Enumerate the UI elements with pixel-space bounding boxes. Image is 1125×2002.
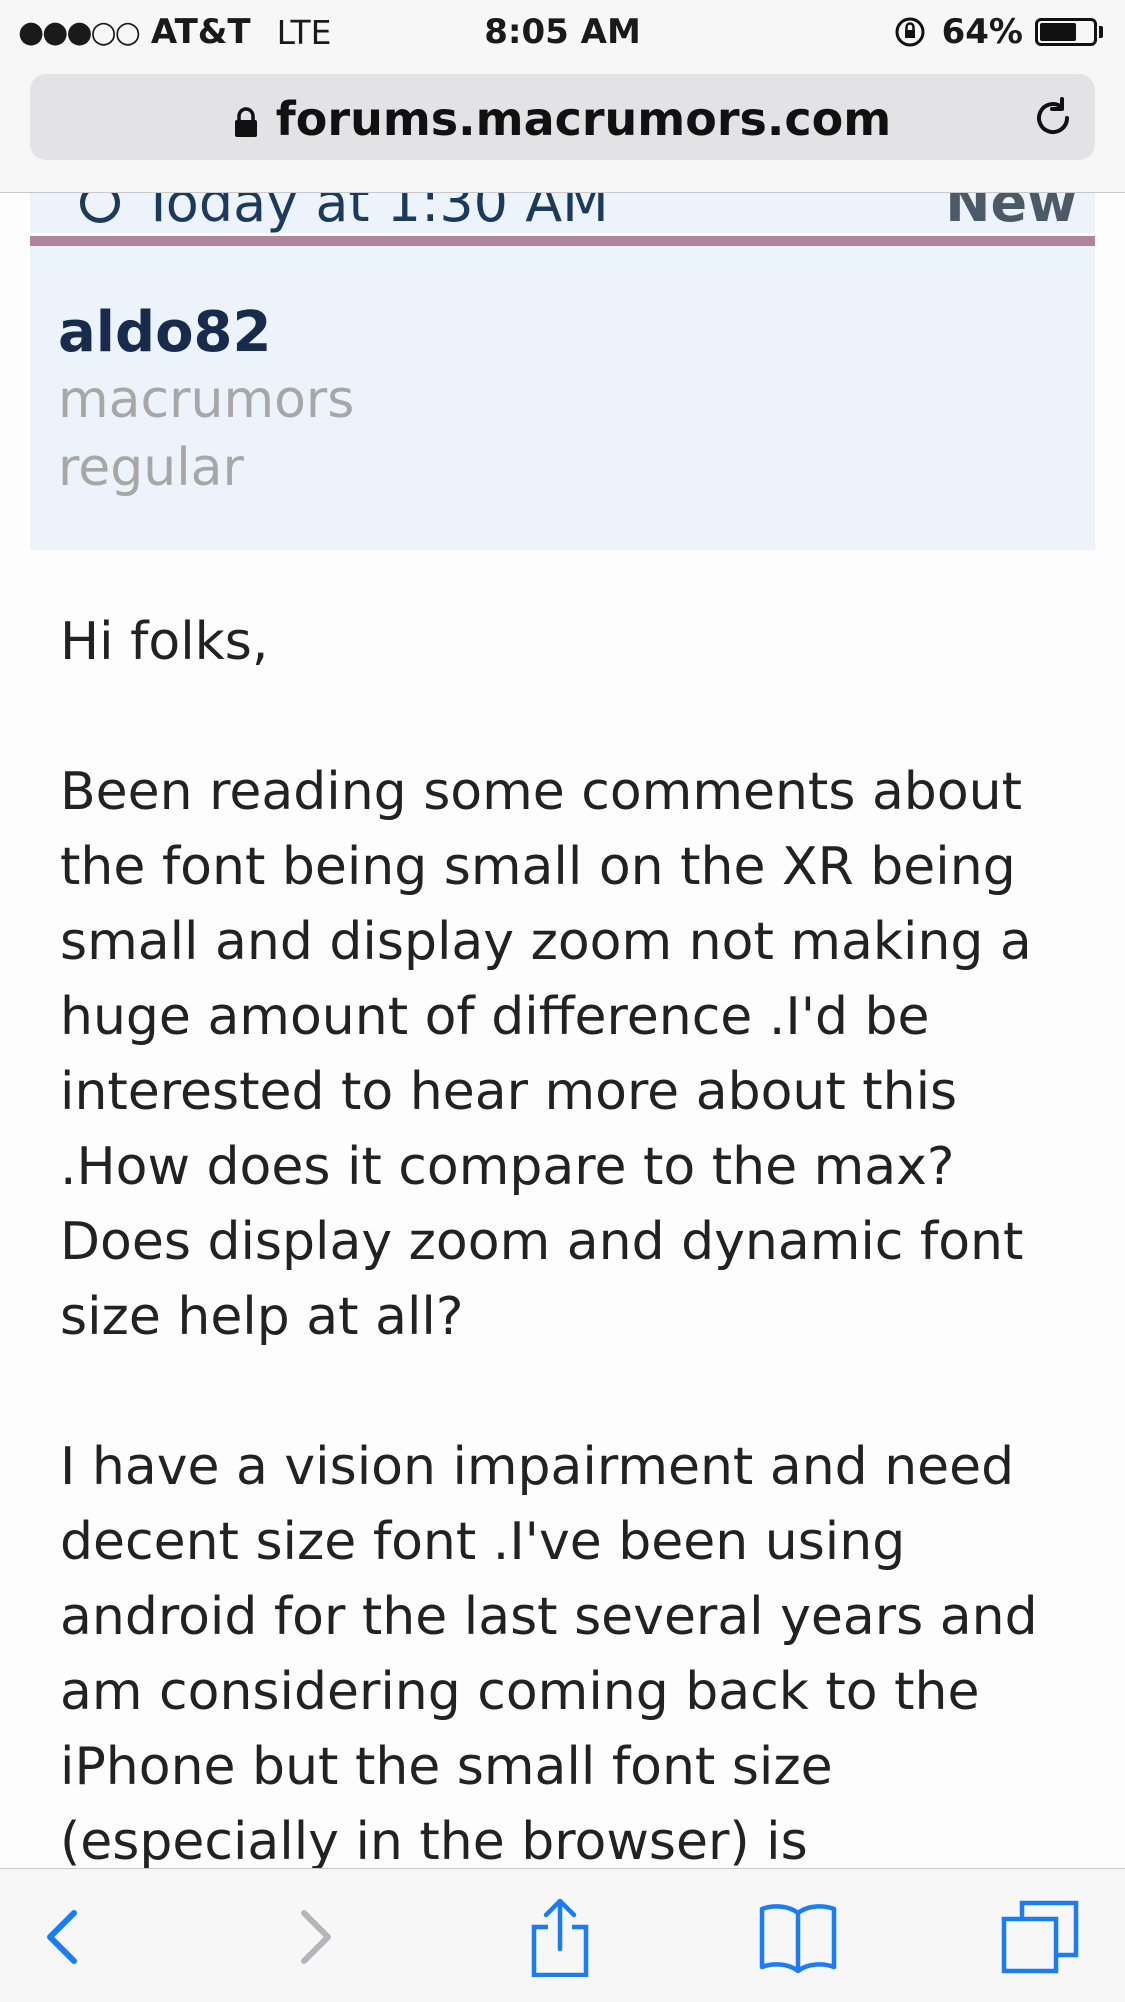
post-paragraph: Been reading some comments about the fon… — [60, 762, 1032, 1347]
battery-icon — [1035, 18, 1097, 46]
battery-percent: 64% — [941, 12, 1023, 52]
post-date-text: Today at 1:30 AM — [142, 193, 609, 234]
browser-header: forums.macrumors.com — [0, 62, 1125, 193]
reload-icon[interactable] — [1029, 94, 1077, 142]
page-content: Today at 1:30 AM New aldo82 macrumors re… — [0, 193, 1125, 1868]
new-badge: New — [945, 193, 1077, 234]
post-paragraph: Hi folks, — [60, 612, 269, 672]
orientation-lock-icon — [895, 17, 925, 47]
url-text: forums.macrumors.com — [275, 92, 892, 146]
battery-cap — [1099, 26, 1103, 38]
post-divider — [30, 236, 1095, 246]
user-title-line2: regular — [58, 438, 244, 498]
lock-icon — [234, 107, 257, 137]
post-date: Today at 1:30 AM — [80, 193, 609, 234]
address-display[interactable]: forums.macrumors.com — [30, 92, 1095, 146]
post-username[interactable]: aldo82 — [58, 300, 271, 365]
share-icon[interactable] — [520, 1897, 600, 1977]
address-bar[interactable]: forums.macrumors.com — [30, 74, 1095, 160]
post-paragraph: I have a vision impairment and need dece… — [60, 1437, 1038, 1868]
status-right: 64% — [894, 12, 1103, 52]
previous-post-header: Today at 1:30 AM New — [30, 193, 1095, 234]
user-title-line1: macrumors — [58, 370, 355, 430]
status-bar: ●●●○○ AT&T LTE 8:05 AM 64% — [0, 0, 1125, 62]
back-icon[interactable] — [28, 1897, 108, 1977]
bookmarks-icon[interactable] — [758, 1897, 838, 1977]
post-author-box: aldo82 macrumors regular — [30, 246, 1095, 550]
post-body: Hi folks, Been reading some comments abo… — [60, 605, 1080, 1868]
tabs-icon[interactable] — [1000, 1897, 1080, 1977]
forward-icon[interactable] — [272, 1897, 352, 1977]
clock-icon — [80, 193, 120, 223]
browser-toolbar — [0, 1868, 1125, 2002]
user-title: macrumors regular — [58, 366, 354, 502]
